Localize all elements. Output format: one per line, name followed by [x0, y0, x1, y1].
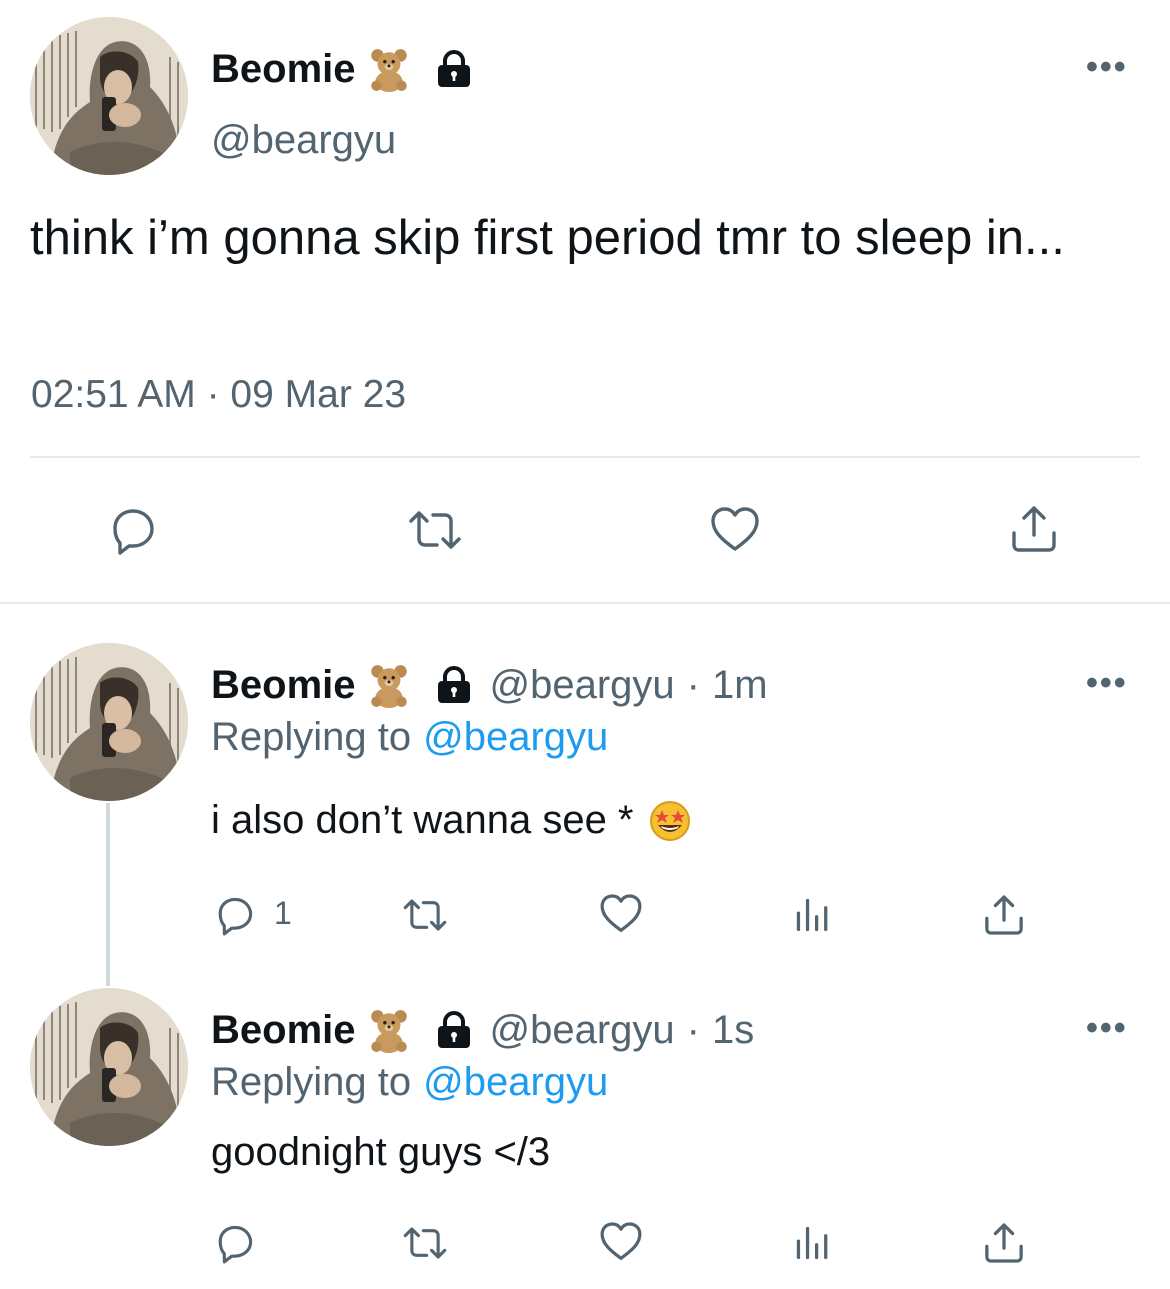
- like-icon[interactable]: [597, 1218, 645, 1266]
- more-options-icon[interactable]: •••: [1086, 664, 1128, 703]
- avatar[interactable]: [30, 988, 188, 1146]
- avatar-image: [30, 643, 188, 801]
- separator: ·: [686, 662, 700, 707]
- tweet-text: think i’m gonna skip first period tmr to…: [30, 211, 1065, 265]
- tweet-text-row: i also don’t wanna see *: [211, 798, 692, 843]
- avatar-image: [30, 17, 188, 175]
- reply-icon[interactable]: [105, 502, 161, 558]
- more-options-icon[interactable]: •••: [1086, 48, 1128, 87]
- retweet-icon[interactable]: [400, 1220, 450, 1266]
- tweet-text: i also don’t wanna see *: [211, 798, 634, 842]
- analytics-icon[interactable]: [793, 895, 833, 935]
- like-icon[interactable]: [597, 890, 645, 938]
- section-divider: [0, 602, 1170, 604]
- replying-prefix: Replying to: [211, 715, 412, 759]
- like-icon[interactable]: [707, 502, 763, 558]
- share-icon[interactable]: [980, 890, 1028, 940]
- relative-time[interactable]: 1s: [712, 1008, 754, 1053]
- thread-line: [106, 803, 110, 986]
- author-row: Beomie @beargyu · 1s: [211, 1005, 754, 1055]
- analytics-icon[interactable]: [793, 1223, 833, 1263]
- reply-icon[interactable]: [212, 1220, 258, 1266]
- handle[interactable]: @beargyu: [211, 118, 396, 163]
- lock-icon: [434, 1010, 474, 1050]
- tweet-text: goodnight guys </3: [211, 1130, 551, 1174]
- lock-icon: [434, 665, 474, 705]
- star-struck-emoji: [648, 799, 692, 843]
- display-name[interactable]: Beomie: [211, 663, 356, 708]
- teddy-bear-emoji: [366, 1007, 412, 1053]
- replying-prefix: Replying to: [211, 1060, 412, 1104]
- relative-time[interactable]: 1m: [712, 663, 768, 708]
- retweet-icon[interactable]: [405, 502, 465, 558]
- replying-to-link[interactable]: @beargyu: [423, 1060, 608, 1105]
- separator: ·: [686, 1007, 700, 1052]
- replying-to: Replying to @beargyu: [211, 715, 608, 760]
- avatar-image: [30, 988, 188, 1146]
- more-options-icon[interactable]: •••: [1086, 1009, 1128, 1048]
- timestamp[interactable]: 02:51 AM · 09 Mar 23: [31, 373, 406, 417]
- lock-icon: [434, 49, 474, 89]
- avatar[interactable]: [30, 643, 188, 801]
- author-row: Beomie @beargyu · 1m: [211, 660, 768, 710]
- handle[interactable]: @beargyu: [490, 1008, 675, 1053]
- display-name[interactable]: Beomie: [211, 1008, 356, 1053]
- retweet-icon[interactable]: [400, 892, 450, 938]
- display-name[interactable]: Beomie: [211, 47, 356, 92]
- reply-icon[interactable]: [212, 892, 258, 938]
- author-row: Beomie: [211, 44, 474, 94]
- teddy-bear-emoji: [366, 46, 412, 92]
- teddy-bear-emoji: [366, 662, 412, 708]
- reply-count: 1: [274, 895, 292, 931]
- divider: [30, 456, 1140, 458]
- handle[interactable]: @beargyu: [490, 663, 675, 708]
- replying-to: Replying to @beargyu: [211, 1060, 608, 1105]
- replying-to-link[interactable]: @beargyu: [423, 715, 608, 760]
- avatar[interactable]: [30, 17, 188, 175]
- share-icon[interactable]: [980, 1218, 1028, 1268]
- share-icon[interactable]: [1006, 500, 1062, 558]
